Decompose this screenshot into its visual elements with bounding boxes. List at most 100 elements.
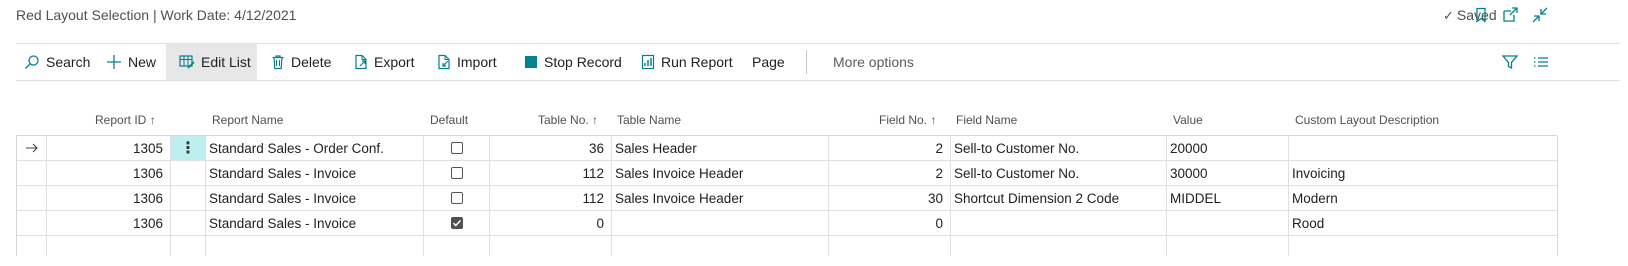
delete-button[interactable]: Delete [271,44,331,80]
field-name-cell[interactable] [951,236,1167,256]
custom-layout-description-cell[interactable] [1289,236,1557,256]
report-name-cell[interactable]: Standard Sales - Invoice [206,161,424,185]
new-row[interactable] [16,236,1557,256]
value-cell[interactable] [1167,236,1289,256]
stop-record-label: Stop Record [544,54,622,70]
value-cell[interactable] [1167,211,1289,235]
bookmark-icon[interactable] [1472,6,1490,24]
table-row[interactable]: 1306 Standard Sales - Invoice 112 Sales … [16,186,1557,211]
field-name-cell[interactable]: Sell-to Customer No. [951,136,1167,160]
export-button[interactable]: Export [354,44,414,80]
search-button[interactable]: Search [24,44,90,80]
more-vertical-icon[interactable]: ⋮ [171,136,205,160]
sort-ascending-icon: ↑ [930,113,937,127]
default-checkbox[interactable] [450,192,463,204]
report-name-cell[interactable]: Standard Sales - Invoice [206,211,424,235]
field-no-cell[interactable] [829,236,951,256]
default-cell[interactable] [424,161,490,185]
report-id-cell[interactable] [47,236,171,256]
report-name-cell[interactable]: Standard Sales - Order Conf. [206,136,424,160]
new-button[interactable]: New [106,44,156,80]
custom-layout-description-cell[interactable] [1289,136,1557,160]
table-name-cell[interactable]: Sales Header [612,136,829,160]
edit-list-label: Edit List [201,54,251,70]
edit-list-button[interactable]: Edit List [166,44,257,80]
plus-icon [107,55,121,69]
column-header-default[interactable]: Default [430,113,468,127]
column-header-report-name[interactable]: Report Name [212,113,283,127]
report-id-cell[interactable]: 1306 [47,211,171,235]
column-header-field-name[interactable]: Field Name [956,113,1017,127]
table-name-cell[interactable] [612,211,829,235]
action-bar: Search New Edit List Delete Export Impor… [16,44,1620,80]
custom-layout-description-cell[interactable]: Rood [1289,211,1557,235]
default-checkbox[interactable] [450,167,463,179]
field-no-cell[interactable]: 30 [829,186,951,210]
sort-ascending-icon: ↑ [149,113,156,127]
run-report-button[interactable]: Run Report [641,44,733,80]
default-cell[interactable] [424,236,490,256]
report-id-cell[interactable]: 1306 [47,186,171,210]
row-actions-cell[interactable]: ⋮ [171,136,206,160]
trash-icon [272,55,284,70]
import-label: Import [457,54,497,70]
value-cell[interactable]: MIDDEL [1167,186,1289,210]
row-actions-cell[interactable] [171,161,206,185]
stop-record-button[interactable]: Stop Record [524,44,622,80]
page-title: Red Layout Selection | Work Date: 4/12/2… [16,7,297,23]
import-button[interactable]: Import [437,44,497,80]
list-view-icon[interactable] [1532,53,1550,71]
page-label: Page [752,54,785,70]
default-cell[interactable] [424,186,490,210]
page-menu[interactable]: Page [752,44,785,80]
row-actions-cell[interactable] [171,186,206,210]
report-id-cell[interactable]: 1305 [47,136,171,160]
search-label: Search [46,54,91,70]
table-row[interactable]: 1306 Standard Sales - Invoice 112 Sales … [16,161,1557,186]
column-header-value[interactable]: Value [1173,113,1203,127]
table-name-cell[interactable]: Sales Invoice Header [612,186,829,210]
divider [16,80,1620,81]
default-cell[interactable] [424,136,490,160]
filter-icon[interactable] [1501,53,1519,71]
table-no-cell[interactable]: 112 [490,186,612,210]
checkmark-icon [452,219,461,227]
table-no-cell[interactable]: 36 [490,136,612,160]
row-actions-cell[interactable] [171,236,206,256]
column-header-table-name[interactable]: Table Name [617,113,681,127]
column-header-table-no[interactable]: Table No. ↑ [538,113,598,127]
field-no-cell[interactable]: 2 [829,161,951,185]
column-header-custom-layout-description[interactable]: Custom Layout Description [1295,113,1439,127]
table-no-cell[interactable] [490,236,612,256]
field-no-cell[interactable]: 2 [829,136,951,160]
field-name-cell[interactable] [951,211,1167,235]
stop-icon [525,56,537,68]
table-row[interactable]: 1305 ⋮ Standard Sales - Order Conf. 36 S… [16,136,1557,161]
row-indicator [16,136,47,160]
default-checkbox[interactable] [450,217,463,229]
table-no-cell[interactable]: 0 [490,211,612,235]
table-name-cell[interactable]: Sales Invoice Header [612,161,829,185]
default-cell[interactable] [424,211,490,235]
default-checkbox[interactable] [450,142,463,154]
report-name-cell[interactable]: Standard Sales - Invoice [206,186,424,210]
report-name-cell[interactable] [206,236,424,256]
more-options-button[interactable]: More options [833,44,914,80]
action-separator [806,50,807,74]
open-new-window-icon[interactable] [1501,6,1519,24]
field-name-cell[interactable]: Shortcut Dimension 2 Code [951,186,1167,210]
custom-layout-description-cell[interactable]: Invoicing [1289,161,1557,185]
table-no-cell[interactable]: 112 [490,161,612,185]
field-no-cell[interactable]: 0 [829,211,951,235]
table-name-cell[interactable] [612,236,829,256]
column-header-field-no[interactable]: Field No. ↑ [879,113,936,127]
column-header-report-id[interactable]: Report ID ↑ [95,113,156,127]
table-row[interactable]: 1306 Standard Sales - Invoice 0 0 Rood [16,211,1557,236]
report-id-cell[interactable]: 1306 [47,161,171,185]
value-cell[interactable]: 30000 [1167,161,1289,185]
field-name-cell[interactable]: Sell-to Customer No. [951,161,1167,185]
value-cell[interactable]: 20000 [1167,136,1289,160]
row-actions-cell[interactable] [171,211,206,235]
collapse-icon[interactable] [1531,6,1549,24]
custom-layout-description-cell[interactable]: Modern [1289,186,1557,210]
